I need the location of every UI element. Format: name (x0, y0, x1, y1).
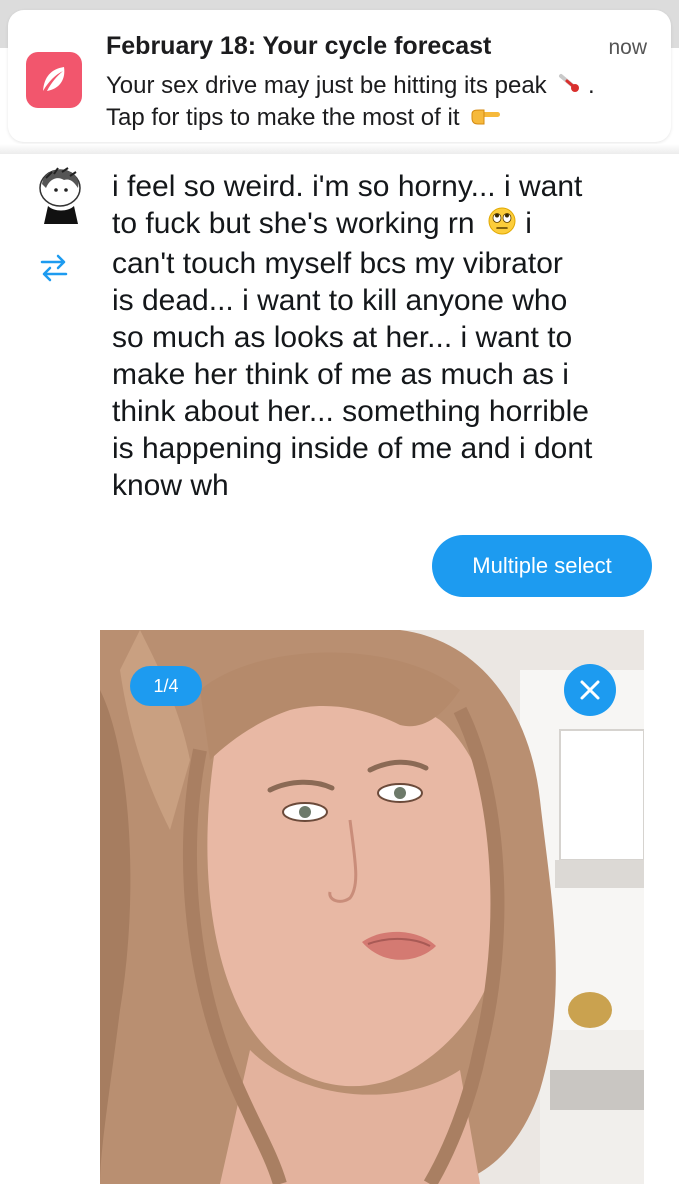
screenshot: February 18: Your cycle forecast now You… (0, 0, 679, 1200)
notification-text: Your sex drive may just be hitting its p… (106, 72, 547, 99)
push-notification[interactable]: February 18: Your cycle forecast now You… (8, 10, 671, 142)
notification-time: now (608, 36, 647, 59)
tweet-line: is happening inside of me and i dont (112, 431, 593, 465)
tweet-line: to fuck but she's working rn i (112, 205, 652, 245)
pointing-hand-icon (470, 105, 502, 133)
close-icon[interactable] (564, 664, 616, 716)
media-counter: 1/4 (130, 666, 202, 706)
notification-body-line-2: Tap for tips to make the most of it (106, 104, 502, 133)
tweet-line: i feel so weird. i'm so horny... i want (112, 170, 583, 203)
avatar[interactable] (34, 166, 86, 226)
notification-period: . (588, 72, 595, 99)
divider (0, 144, 679, 154)
feather-icon (26, 52, 82, 108)
tweet-line-text: to fuck but she's working rn (112, 207, 475, 240)
tweet-line: make her think of me as much as i (112, 357, 569, 391)
eye-roll-emoji (487, 206, 517, 245)
thermometer-icon (557, 72, 581, 101)
tweet-line: so much as looks at her... i want to (112, 320, 573, 354)
tweet-line: can't touch myself bcs my vibrator (112, 246, 563, 280)
tweet-line: know wh (112, 468, 229, 502)
tweet-line-tail: i (525, 207, 532, 240)
tweet-line: is dead... i want to kill anyone who (112, 283, 568, 317)
notification-body-line-1: Your sex drive may just be hitting its p… (106, 72, 595, 101)
photo-image (100, 630, 644, 1184)
notification-text: Tap for tips to make the most of it (106, 104, 460, 131)
retweet-icon[interactable] (36, 250, 72, 286)
tweet-line: think about her... something horrible (112, 394, 589, 428)
attached-photo[interactable]: 1/4 (100, 630, 644, 1184)
notification-title: February 18: Your cycle forecast (106, 32, 492, 60)
multiple-select-button[interactable]: Multiple select (432, 535, 652, 597)
tweet-text: i feel so weird. i'm so horny... i want … (112, 168, 652, 504)
